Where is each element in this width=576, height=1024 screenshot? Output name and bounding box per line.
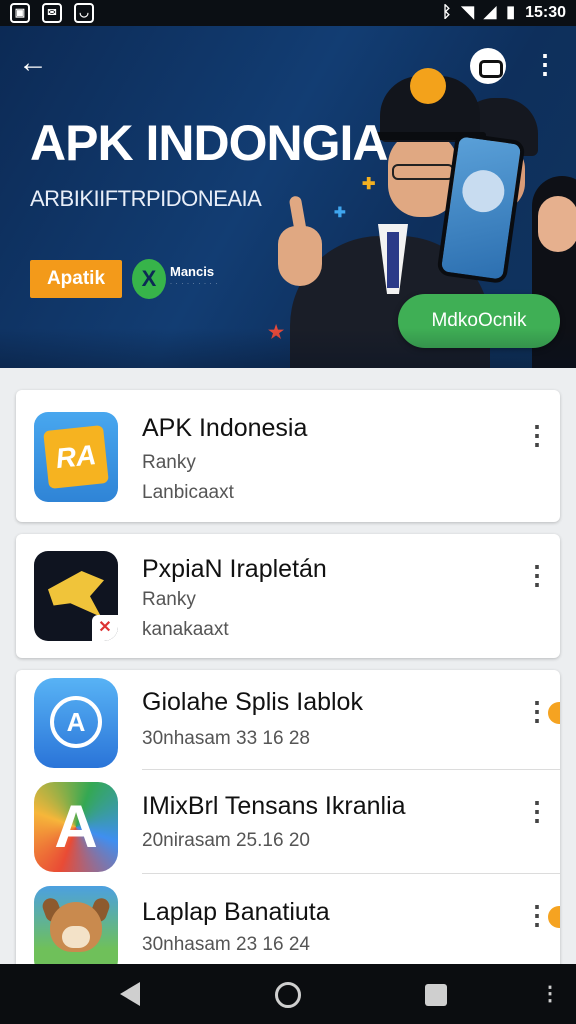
system-icons: ᛒ ◥ ◢ ▮ 15:30 xyxy=(442,3,566,23)
notification-icons: ▣ ✉ ◡ xyxy=(10,3,94,23)
more-options-icon[interactable]: ⋮ xyxy=(524,556,550,596)
app-list-card: A Giolahe Splis Iablok 30nhasam 33 16 28… xyxy=(16,670,560,970)
nav-recents-icon[interactable] xyxy=(425,984,447,1006)
image-notification-icon: ▣ xyxy=(10,3,30,23)
list-item[interactable]: ✕ PxpiaN Irapletán Ranky kanakaaxt ⋮ xyxy=(16,534,560,658)
more-options-icon[interactable]: ⋮ xyxy=(524,896,550,936)
back-arrow-icon[interactable]: ← xyxy=(18,46,54,82)
camera-icon[interactable] xyxy=(470,48,506,84)
more-options-icon[interactable]: ⋮ xyxy=(524,692,550,732)
nav-home-icon[interactable] xyxy=(275,982,301,1008)
app-rank: Ranky xyxy=(142,452,196,473)
list-item[interactable]: A Giolahe Splis Iablok 30nhasam 33 16 28… xyxy=(16,670,560,770)
nav-back-icon[interactable] xyxy=(120,982,140,1006)
shield-notification-icon: ◡ xyxy=(74,3,94,23)
app-rank: Ranky xyxy=(142,589,196,610)
app-card[interactable]: ✕ PxpiaN Irapletán Ranky kanakaaxt ⋮ xyxy=(16,534,560,658)
app-card[interactable]: RA APK Indonesia Ranky Lanbicaaxt ⋮ xyxy=(16,390,560,522)
app-meta: Lanbicaaxt xyxy=(142,482,234,503)
sparkle-icon: ✚ xyxy=(334,204,346,220)
battery-icon: ▮ xyxy=(506,4,516,21)
star-icon: ★ xyxy=(268,322,285,342)
app-meta: 30nhasam 23 16 24 xyxy=(142,934,310,955)
brand-name: Mancis · · · · · · · · · xyxy=(170,264,219,287)
app-title: PxpiaN Irapletán xyxy=(142,555,327,583)
system-navigation-bar: ⋮ xyxy=(0,964,576,1024)
dog-game-icon xyxy=(34,886,118,970)
hero-subtitle: ARBIKIIFTRPIDONEAIA xyxy=(30,186,262,211)
brand-logo-icon: X xyxy=(132,259,166,299)
status-bar: ▣ ✉ ◡ ᛒ ◥ ◢ ▮ 15:30 xyxy=(0,0,576,26)
app-store-icon: A xyxy=(34,678,118,768)
app-meta: 30nhasam 33 16 28 xyxy=(142,728,310,749)
sparkle-icon: ✚ xyxy=(362,176,376,193)
app-meta: 20nirasam 25.16 20 xyxy=(142,830,310,851)
cat-badge-icon xyxy=(410,68,446,104)
bluetooth-icon: ᛒ xyxy=(442,4,452,21)
app-title: IMixBrl Tensans Ikranlia xyxy=(142,792,406,820)
list-item[interactable]: A IMixBrl Tensans Ikranlia 20nirasam 25.… xyxy=(16,770,560,874)
list-item[interactable]: RA APK Indonesia Ranky Lanbicaaxt ⋮ xyxy=(16,390,560,522)
clock: 15:30 xyxy=(525,4,566,21)
app-title: Giolahe Splis Iablok xyxy=(142,688,363,716)
colorful-a-icon: A xyxy=(34,782,118,872)
hero-title: APK INDONGIA xyxy=(30,115,388,171)
apk-indonesia-icon: RA xyxy=(34,412,118,502)
more-options-icon[interactable]: ⋮ xyxy=(524,416,550,456)
app-title: APK Indonesia xyxy=(142,414,308,442)
app-title: Laplap Banatiuta xyxy=(142,898,330,926)
wifi-icon: ◥ xyxy=(461,4,474,21)
hero-banner: ← ⋮ APK INDONGIA ARBIKIIFTRPIDONEAIA ✚ ✚… xyxy=(0,26,576,368)
nav-more-icon[interactable]: ⋮ xyxy=(540,980,560,1010)
hero-cta-button[interactable]: MdkoOcnik xyxy=(398,294,560,348)
more-options-icon[interactable]: ⋮ xyxy=(524,792,550,832)
signal-icon: ◢ xyxy=(483,4,497,21)
overflow-menu-icon[interactable]: ⋮ xyxy=(532,48,558,84)
list-item[interactable]: Laplap Banatiuta 30nhasam 23 16 24 ⋮ xyxy=(16,874,560,970)
app-meta: kanakaaxt xyxy=(142,619,229,640)
mail-notification-icon: ✉ xyxy=(42,3,62,23)
brand-name-text: Mancis xyxy=(170,264,215,279)
brand-tag: Apatik xyxy=(30,260,122,298)
bird-game-icon: ✕ xyxy=(34,551,118,641)
